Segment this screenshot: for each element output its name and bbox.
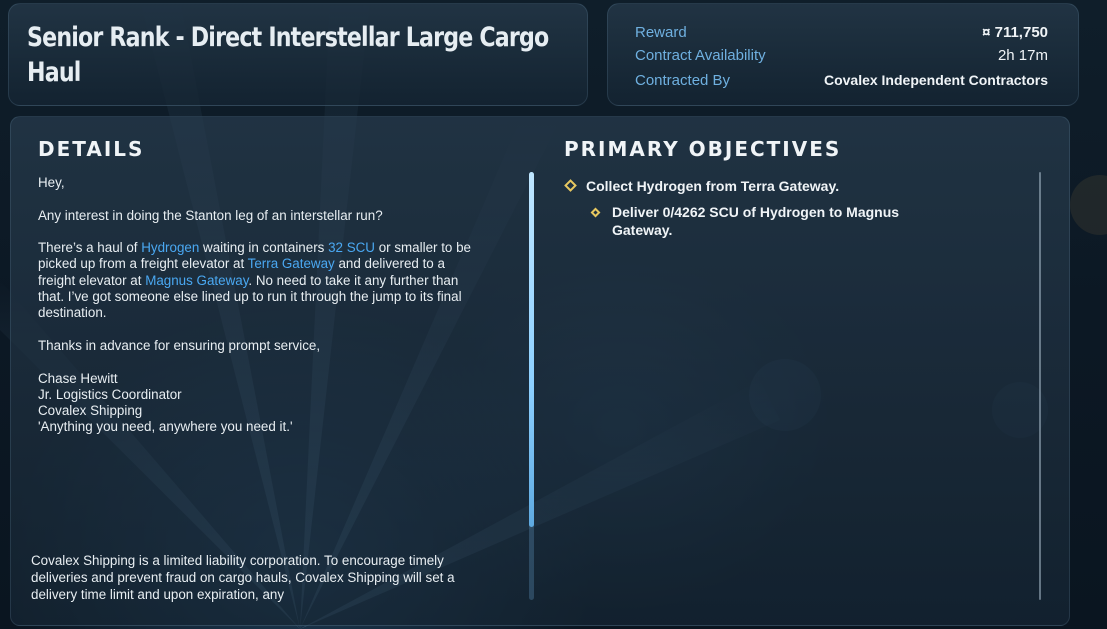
details-body: Hey, Any interest in doing the Stanton l… <box>38 175 478 436</box>
text-segment: waiting in containers <box>199 240 329 256</box>
signature-motto: 'Anything you need, anywhere you need it… <box>38 419 293 435</box>
details-scrollbar-thumb[interactable] <box>529 172 534 527</box>
objective-primary-text: Collect Hydrogen from Terra Gateway. <box>586 178 840 194</box>
highlight-pickup-location: Terra Gateway <box>247 256 335 272</box>
details-footer: Covalex Shipping is a limited liability … <box>31 553 455 602</box>
objectives-scrollbar-track[interactable] <box>1039 172 1041 600</box>
reward-value: ¤ 711,750 <box>982 24 1048 41</box>
contract-info-panel: Reward ¤ 711,750 Contract Availability 2… <box>607 3 1079 106</box>
contracted-by-label: Contracted By <box>635 72 731 89</box>
signature-role: Jr. Logistics Coordinator <box>38 386 182 402</box>
contract-screen: Senior Rank - Direct Interstellar Large … <box>0 0 1107 629</box>
signature-company: Covalex Shipping <box>38 403 143 419</box>
highlight-commodity: Hydrogen <box>141 240 200 256</box>
details-signature: Chase Hewitt Jr. Logistics Coordinator C… <box>38 371 478 436</box>
details-greeting: Hey, <box>38 175 65 190</box>
contracted-by-row: Contracted By Covalex Independent Contra… <box>635 72 1048 94</box>
availability-value: 2h 17m <box>997 47 1048 64</box>
objective-sub-text: Deliver 0/4262 SCU of Hydrogen to Magnus… <box>612 204 900 238</box>
details-paragraph: There’s a haul of Hydrogen waiting in co… <box>38 240 478 321</box>
contracted-by-value: Covalex Independent Contractors <box>823 72 1048 88</box>
highlight-dropoff-location: Magnus Gateway <box>145 272 249 288</box>
objectives-heading: PRIMARY OBJECTIVES <box>564 137 842 161</box>
reward-label: Reward <box>635 24 687 41</box>
signature-name: Chase Hewitt <box>38 370 118 386</box>
reward-row: Reward ¤ 711,750 <box>635 24 1048 46</box>
highlight-container-size: 32 SCU <box>328 240 375 256</box>
availability-row: Contract Availability 2h 17m <box>635 47 1048 69</box>
details-heading: DETAILS <box>38 137 145 161</box>
details-question: Any interest in doing the Stanton leg of… <box>38 207 383 223</box>
text-segment: There’s a haul of <box>38 240 142 256</box>
availability-label: Contract Availability <box>635 47 766 64</box>
details-thanks: Thanks in advance for ensuring prompt se… <box>38 337 321 353</box>
contract-title: Senior Rank - Direct Interstellar Large … <box>27 22 549 88</box>
